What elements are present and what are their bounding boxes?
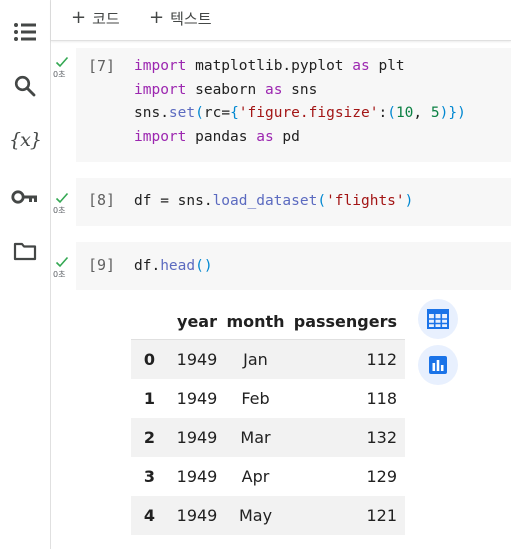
cell-month: Jan xyxy=(243,350,268,369)
add-text-label: 텍스트 xyxy=(170,9,212,28)
cell-passengers: 118 xyxy=(366,389,397,408)
cell-run-status[interactable]: 0초 xyxy=(53,56,73,86)
files-folder-icon[interactable] xyxy=(7,233,43,269)
cell-month: Mar xyxy=(240,428,271,447)
table-row: 3 1949 Apr 129 xyxy=(131,457,405,496)
cell-run-status[interactable]: 0초 xyxy=(53,192,73,222)
execution-count: [8] xyxy=(88,191,116,209)
colab-notebook: {x} + 코드 + 텍스트 0초 [7] import matplotlib.… xyxy=(0,0,511,549)
cell-year: 1949 xyxy=(176,428,218,447)
execution-time: 0초 xyxy=(53,206,66,215)
plus-icon: + xyxy=(149,7,165,28)
cell-passengers: 112 xyxy=(366,350,397,369)
cell-run-status[interactable]: 0초 xyxy=(53,256,73,286)
cell-year: 1949 xyxy=(176,467,218,486)
search-icon[interactable] xyxy=(7,68,43,104)
cell-month: Feb xyxy=(241,389,270,408)
cell-code-editor[interactable]: import matplotlib.pyplot as plt import s… xyxy=(134,55,466,149)
cell-year: 1949 xyxy=(176,350,218,369)
cell-month: Apr xyxy=(241,467,270,486)
cell-passengers: 129 xyxy=(366,467,397,486)
dataframe-output-table: year month passengers 0 1949 Jan 112 1 1… xyxy=(131,303,405,535)
table-header-row: year month passengers xyxy=(131,303,405,340)
cell-year: 1949 xyxy=(176,389,218,408)
convert-to-interactive-table-button[interactable] xyxy=(418,299,458,339)
table-of-contents-icon[interactable] xyxy=(7,14,43,50)
notebook-toolbar: + 코드 + 텍스트 xyxy=(51,0,511,41)
column-header: month xyxy=(222,303,289,340)
table-row: 2 1949 Mar 132 xyxy=(131,418,405,457)
cell-passengers: 121 xyxy=(366,506,397,525)
row-index: 1 xyxy=(143,389,156,408)
execution-count: [7] xyxy=(88,57,116,75)
add-text-cell-button[interactable]: + 텍스트 xyxy=(149,6,212,30)
row-index: 2 xyxy=(143,428,156,447)
left-sidebar: {x} xyxy=(0,0,51,549)
execution-count: [9] xyxy=(88,256,116,274)
row-index: 4 xyxy=(143,506,156,525)
execution-time: 0초 xyxy=(53,70,66,79)
plus-icon: + xyxy=(71,7,87,28)
secrets-key-icon[interactable] xyxy=(7,179,43,215)
row-index: 0 xyxy=(143,350,156,369)
column-header: passengers xyxy=(289,303,405,340)
row-index: 3 xyxy=(143,467,156,486)
success-check-icon xyxy=(55,192,69,204)
table-row: 0 1949 Jan 112 xyxy=(131,339,405,379)
variables-icon[interactable]: {x} xyxy=(7,122,43,158)
table-grid-icon xyxy=(427,309,449,329)
add-code-cell-button[interactable]: + 코드 xyxy=(71,6,120,30)
table-row: 4 1949 May 121 xyxy=(131,496,405,535)
cell-month: May xyxy=(238,506,273,525)
suggest-charts-button[interactable] xyxy=(418,345,458,385)
index-header xyxy=(131,303,166,340)
success-check-icon xyxy=(55,56,69,68)
execution-time: 0초 xyxy=(53,270,66,279)
cell-year: 1949 xyxy=(176,506,218,525)
bar-chart-icon xyxy=(429,356,447,374)
cell-code-editor[interactable]: df.head() xyxy=(134,255,213,279)
success-check-icon xyxy=(55,256,69,268)
cell-passengers: 132 xyxy=(366,428,397,447)
add-code-label: 코드 xyxy=(92,9,120,28)
cell-code-editor[interactable]: df = sns.load_dataset('flights') xyxy=(134,190,413,214)
column-header: year xyxy=(166,303,222,340)
table-row: 1 1949 Feb 118 xyxy=(131,379,405,418)
